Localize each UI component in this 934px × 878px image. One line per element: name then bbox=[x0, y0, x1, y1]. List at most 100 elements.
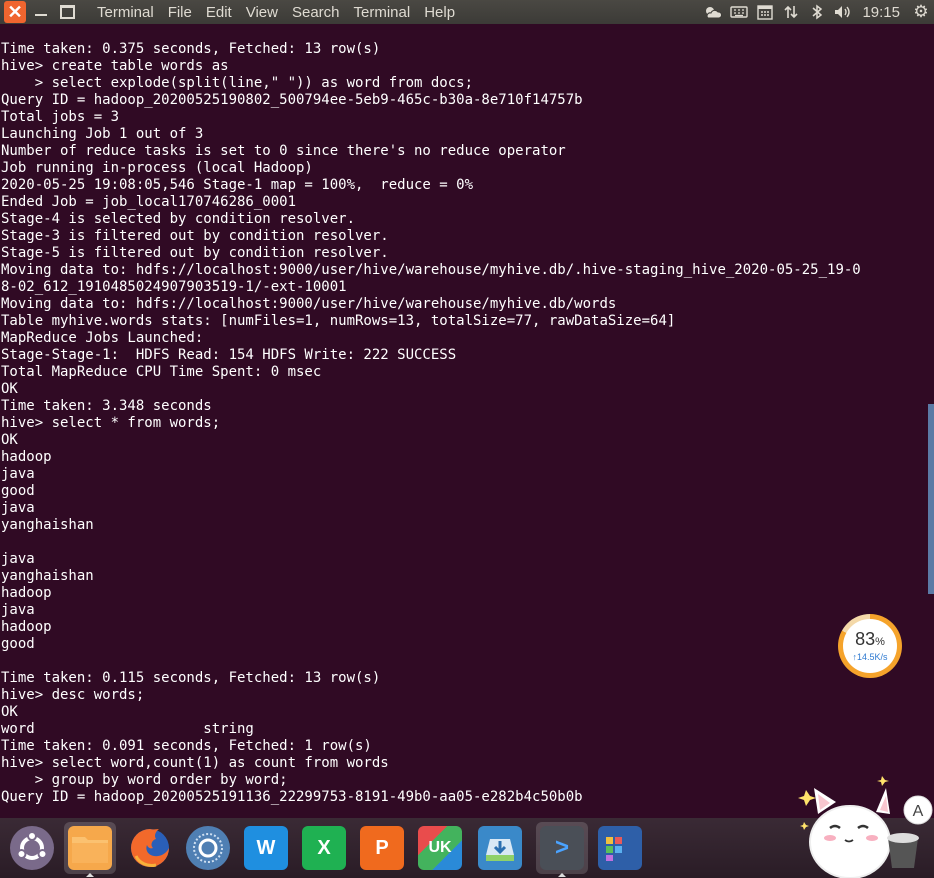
terminal-line: word string bbox=[1, 721, 254, 737]
terminal-line: hive> desc words; bbox=[1, 687, 145, 703]
clock[interactable]: 19:15 bbox=[856, 4, 908, 21]
terminal-line: Launching Job 1 out of 3 bbox=[1, 126, 204, 142]
menu-search[interactable]: Search bbox=[285, 4, 347, 21]
menu-terminal[interactable]: Terminal bbox=[347, 4, 418, 21]
top-menu-bar: ✕ Terminal File Edit View Search Termina… bbox=[0, 0, 934, 24]
terminal-icon: > bbox=[540, 826, 584, 870]
wps-spreadsheet-icon: X bbox=[302, 826, 346, 870]
wps-writer-icon: W bbox=[244, 826, 288, 870]
close-window-button[interactable]: ✕ bbox=[4, 1, 26, 23]
dock-item-spreadsheet[interactable]: X bbox=[298, 822, 350, 874]
network-speed-widget[interactable]: 83% ↑14.5K/s bbox=[838, 614, 902, 678]
terminal-line: good bbox=[1, 483, 35, 499]
terminal-line: OK bbox=[1, 704, 18, 720]
terminal-line: Stage-Stage-1: HDFS Read: 154 HDFS Write… bbox=[1, 347, 457, 363]
wps-presentation-icon: P bbox=[360, 826, 404, 870]
terminal-line: Moving data to: hdfs://localhost:9000/us… bbox=[1, 262, 861, 278]
network-widget-speed: ↑14.5K/s bbox=[852, 652, 888, 662]
network-arrows-icon[interactable] bbox=[778, 0, 804, 24]
terminal-line: java bbox=[1, 500, 35, 516]
dock-item-updater[interactable] bbox=[474, 822, 526, 874]
terminal-line: java bbox=[1, 466, 35, 482]
terminal-line: MapReduce Jobs Launched: bbox=[1, 330, 204, 346]
app-menu: Terminal File Edit View Search Terminal … bbox=[90, 4, 462, 21]
terminal-line: Number of reduce tasks is set to 0 since… bbox=[1, 143, 566, 159]
terminal-line: Stage-5 is filtered out by condition res… bbox=[1, 245, 389, 261]
system-tray: 19:15 ⚙ bbox=[700, 0, 934, 24]
terminal-line: Query ID = hadoop_20200525191136_2229975… bbox=[1, 789, 583, 805]
terminal-window[interactable]: Time taken: 0.375 seconds, Fetched: 13 r… bbox=[0, 24, 934, 820]
terminal-line: Query ID = hadoop_20200525190802_500794e… bbox=[1, 92, 583, 108]
running-indicator bbox=[86, 873, 94, 877]
terminal-line: OK bbox=[1, 432, 18, 448]
workspace-switcher-icon bbox=[598, 826, 642, 870]
calendar-icon[interactable] bbox=[752, 0, 778, 24]
terminal-line: 2020-05-25 19:08:05,546 Stage-1 map = 10… bbox=[1, 177, 474, 193]
cat-mascot-icon: A bbox=[798, 776, 933, 878]
software-updater-icon bbox=[478, 826, 522, 870]
terminal-line: hive> select * from words; bbox=[1, 415, 221, 431]
menu-view[interactable]: View bbox=[239, 4, 285, 21]
minimize-window-button[interactable] bbox=[30, 1, 52, 23]
scrollbar-thumb[interactable] bbox=[928, 404, 934, 594]
terminal-line: Ended Job = job_local170746286_0001 bbox=[1, 194, 297, 210]
maximize-icon bbox=[59, 5, 75, 19]
bluetooth-icon[interactable] bbox=[804, 0, 830, 24]
running-indicator bbox=[558, 873, 566, 877]
terminal-line: Job running in-process (local Hadoop) bbox=[1, 160, 313, 176]
terminal-line: hive> select word,count(1) as count from… bbox=[1, 755, 389, 771]
ubuntu-launcher-icon bbox=[10, 826, 54, 870]
terminal-line: Table myhive.words stats: [numFiles=1, n… bbox=[1, 313, 676, 329]
terminal-line: Time taken: 3.348 seconds bbox=[1, 398, 212, 414]
dock-item-writer[interactable]: W bbox=[240, 822, 292, 874]
keyboard-icon[interactable] bbox=[726, 0, 752, 24]
weather-icon[interactable] bbox=[700, 0, 726, 24]
terminal-line: Time taken: 0.115 seconds, Fetched: 13 r… bbox=[1, 670, 381, 686]
terminal-line: Moving data to: hdfs://localhost:9000/us… bbox=[1, 296, 617, 312]
terminal-line: > select explode(split(line," ")) as wor… bbox=[1, 75, 474, 91]
network-widget-inner: 83% ↑14.5K/s bbox=[843, 619, 897, 673]
terminal-line: java bbox=[1, 551, 35, 567]
gear-icon[interactable]: ⚙ bbox=[908, 0, 934, 24]
volume-icon[interactable] bbox=[830, 0, 856, 24]
terminal-line: yanghaishan bbox=[1, 568, 94, 584]
terminal-line: hive> create table words as bbox=[1, 58, 229, 74]
ubuntu-kylin-store-icon: UK bbox=[418, 826, 462, 870]
terminal-output[interactable]: Time taken: 0.375 seconds, Fetched: 13 r… bbox=[1, 41, 861, 806]
terminal-line: OK bbox=[1, 381, 18, 397]
terminal-line: hadoop bbox=[1, 619, 52, 635]
terminal-line: Stage-3 is filtered out by condition res… bbox=[1, 228, 389, 244]
terminal-line: hadoop bbox=[1, 585, 52, 601]
terminal-line: yanghaishan bbox=[1, 517, 94, 533]
terminal-line: Stage-4 is selected by condition resolve… bbox=[1, 211, 356, 227]
dock-item-firefox[interactable] bbox=[124, 822, 176, 874]
dock-item-screenshot[interactable] bbox=[182, 822, 234, 874]
maximize-window-button[interactable] bbox=[56, 1, 78, 23]
dock-item-software-center[interactable]: UK bbox=[414, 822, 466, 874]
dock-item-terminal[interactable]: > bbox=[536, 822, 588, 874]
terminal-line: hadoop bbox=[1, 449, 52, 465]
menu-app-terminal[interactable]: Terminal bbox=[90, 4, 161, 21]
terminal-line: Total jobs = 3 bbox=[1, 109, 120, 125]
dock-item-ubuntu[interactable] bbox=[6, 822, 58, 874]
terminal-line: Time taken: 0.375 seconds, Fetched: 13 r… bbox=[1, 41, 381, 57]
files-folder-icon bbox=[68, 826, 112, 870]
dock-item-presentation[interactable]: P bbox=[356, 822, 408, 874]
dock-item-workspaces[interactable] bbox=[594, 822, 646, 874]
menu-help[interactable]: Help bbox=[417, 4, 462, 21]
terminal-line: Time taken: 0.091 seconds, Fetched: 1 ro… bbox=[1, 738, 372, 754]
firefox-icon bbox=[128, 826, 172, 870]
terminal-line: 8-02_612_1910485024907903519-1/-ext-1000… bbox=[1, 279, 347, 295]
terminal-line: good bbox=[1, 636, 35, 652]
screenshot-tool-icon bbox=[186, 826, 230, 870]
dock-item-files[interactable] bbox=[64, 822, 116, 874]
minimize-icon bbox=[35, 14, 47, 16]
terminal-line: Total MapReduce CPU Time Spent: 0 msec bbox=[1, 364, 322, 380]
menu-file[interactable]: File bbox=[161, 4, 199, 21]
network-widget-percent: 83% bbox=[855, 629, 885, 649]
menu-edit[interactable]: Edit bbox=[199, 4, 239, 21]
terminal-line: java bbox=[1, 602, 35, 618]
svg-text:A: A bbox=[913, 803, 924, 820]
